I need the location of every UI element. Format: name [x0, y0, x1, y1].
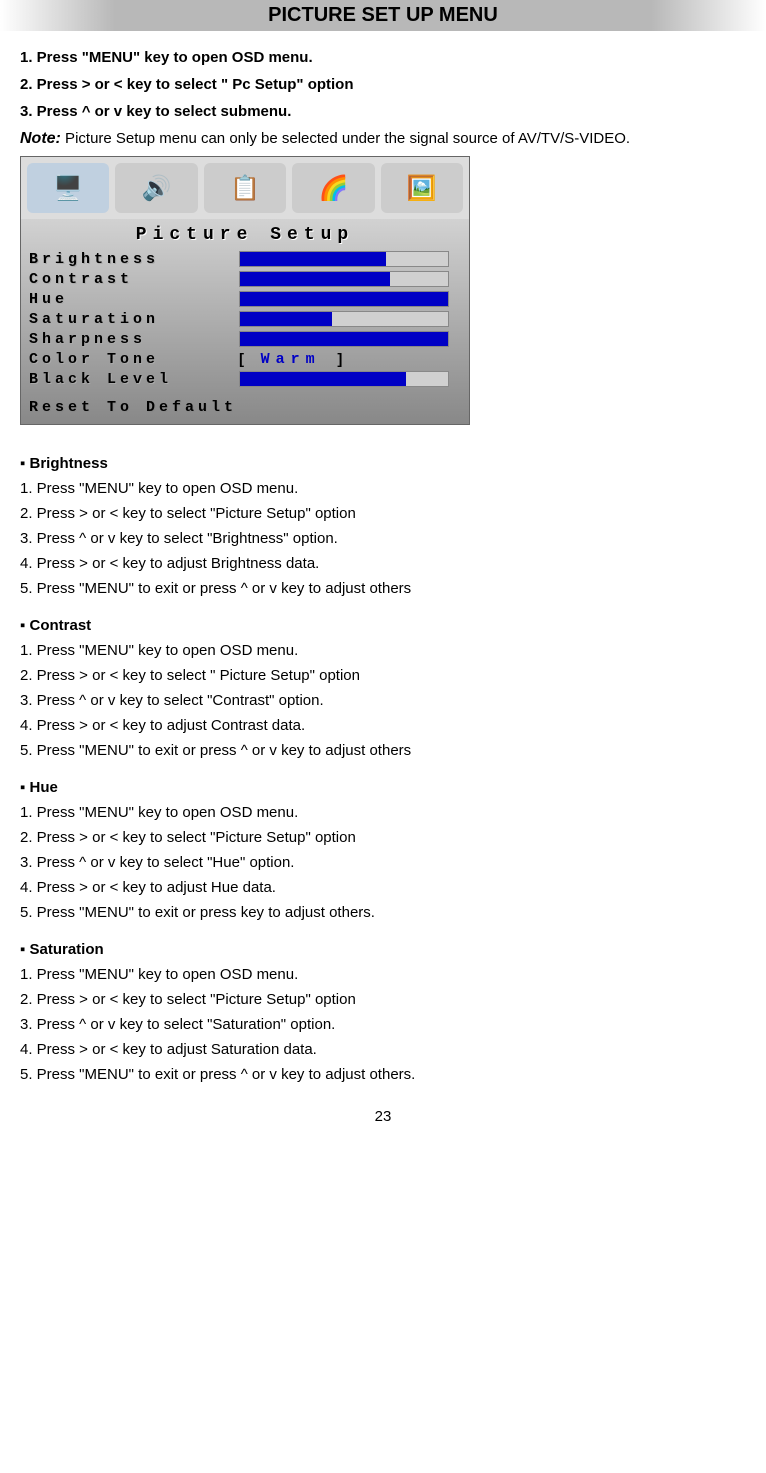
step: 4. Press > or < key to adjust Contrast d… [20, 717, 746, 734]
osd-row-hue: Hue [21, 289, 469, 309]
osd-row-saturation: Saturation [21, 309, 469, 329]
menu-tab-icon: 📋 [204, 163, 286, 213]
bracket-right: ] [321, 351, 343, 368]
step: 5. Press "MENU" to exit or press ^ or v … [20, 1066, 746, 1083]
section-heading: ▪ Saturation [20, 941, 746, 958]
intro-step: 2. Press > or < key to select " Pc Setup… [20, 76, 746, 93]
step: 1. Press "MENU" key to open OSD menu. [20, 804, 746, 821]
section-brightness: ▪ Brightness 1. Press "MENU" key to open… [20, 455, 746, 597]
osd-tab-row: 🖥️ 🔊 📋 🌈 🖼️ [21, 157, 469, 219]
picture-tab-icon: 🖥️ [27, 163, 109, 213]
step: 1. Press "MENU" key to open OSD menu. [20, 642, 746, 659]
scene-tab-icon: 🖼️ [381, 163, 463, 213]
step: 4. Press > or < key to adjust Brightness… [20, 555, 746, 572]
osd-slider [239, 251, 449, 267]
section-saturation: ▪ Saturation 1. Press "MENU" key to open… [20, 941, 746, 1083]
osd-text-value: Warm [261, 351, 321, 368]
section-heading: ▪ Hue [20, 779, 746, 796]
osd-label: Brightness [29, 251, 239, 268]
osd-slider [239, 291, 449, 307]
section-heading: ▪ Brightness [20, 455, 746, 472]
intro-step: 3. Press ^ or v key to select submenu. [20, 103, 746, 120]
step: 5. Press "MENU" to exit or press key to … [20, 904, 746, 921]
color-tab-icon: 🌈 [292, 163, 374, 213]
note-label: Note: [20, 130, 61, 147]
osd-label: Saturation [29, 311, 239, 328]
step: 4. Press > or < key to adjust Hue data. [20, 879, 746, 896]
step: 5. Press "MENU" to exit or press ^ or v … [20, 742, 746, 759]
osd-label: Contrast [29, 271, 239, 288]
osd-menu-title: Picture Setup [21, 219, 469, 249]
osd-row-black-level: Black Level [21, 369, 469, 389]
osd-label: Hue [29, 291, 239, 308]
bracket-left: [ [239, 351, 261, 368]
page-title: PICTURE SET UP MENU [0, 0, 766, 31]
step: 2. Press > or < key to select " Picture … [20, 667, 746, 684]
osd-slider [239, 271, 449, 287]
section-hue: ▪ Hue 1. Press "MENU" key to open OSD me… [20, 779, 746, 921]
note-text: Picture Setup menu can only be selected … [61, 130, 630, 147]
section-contrast: ▪ Contrast 1. Press "MENU" key to open O… [20, 617, 746, 759]
osd-row-sharpness: Sharpness [21, 329, 469, 349]
note-line: Note: Picture Setup menu can only be sel… [20, 130, 746, 148]
osd-row-color-tone: Color Tone [ Warm ] [21, 349, 469, 369]
osd-slider [239, 371, 449, 387]
step: 5. Press "MENU" to exit or press ^ or v … [20, 580, 746, 597]
step: 3. Press ^ or v key to select "Contrast"… [20, 692, 746, 709]
osd-label: Sharpness [29, 331, 239, 348]
osd-slider [239, 311, 449, 327]
osd-slider [239, 331, 449, 347]
osd-row-contrast: Contrast [21, 269, 469, 289]
osd-row-brightness: Brightness [21, 249, 469, 269]
osd-label: Color Tone [29, 351, 239, 368]
section-heading: ▪ Contrast [20, 617, 746, 634]
osd-screenshot: 🖥️ 🔊 📋 🌈 🖼️ Picture Setup Brightness Con… [20, 156, 470, 425]
step: 3. Press ^ or v key to select "Brightnes… [20, 530, 746, 547]
step: 2. Press > or < key to select "Picture S… [20, 505, 746, 522]
osd-label: Black Level [29, 371, 239, 388]
step: 4. Press > or < key to adjust Saturation… [20, 1041, 746, 1058]
step: 2. Press > or < key to select "Picture S… [20, 829, 746, 846]
step: 1. Press "MENU" key to open OSD menu. [20, 480, 746, 497]
osd-reset-to-default: Reset To Default [21, 389, 469, 424]
intro-block: 1. Press "MENU" key to open OSD menu. 2.… [20, 49, 746, 120]
sound-tab-icon: 🔊 [115, 163, 197, 213]
step: 3. Press ^ or v key to select "Saturatio… [20, 1016, 746, 1033]
page-number: 23 [20, 1108, 746, 1125]
step: 3. Press ^ or v key to select "Hue" opti… [20, 854, 746, 871]
intro-step: 1. Press "MENU" key to open OSD menu. [20, 49, 746, 66]
step: 2. Press > or < key to select "Picture S… [20, 991, 746, 1008]
step: 1. Press "MENU" key to open OSD menu. [20, 966, 746, 983]
